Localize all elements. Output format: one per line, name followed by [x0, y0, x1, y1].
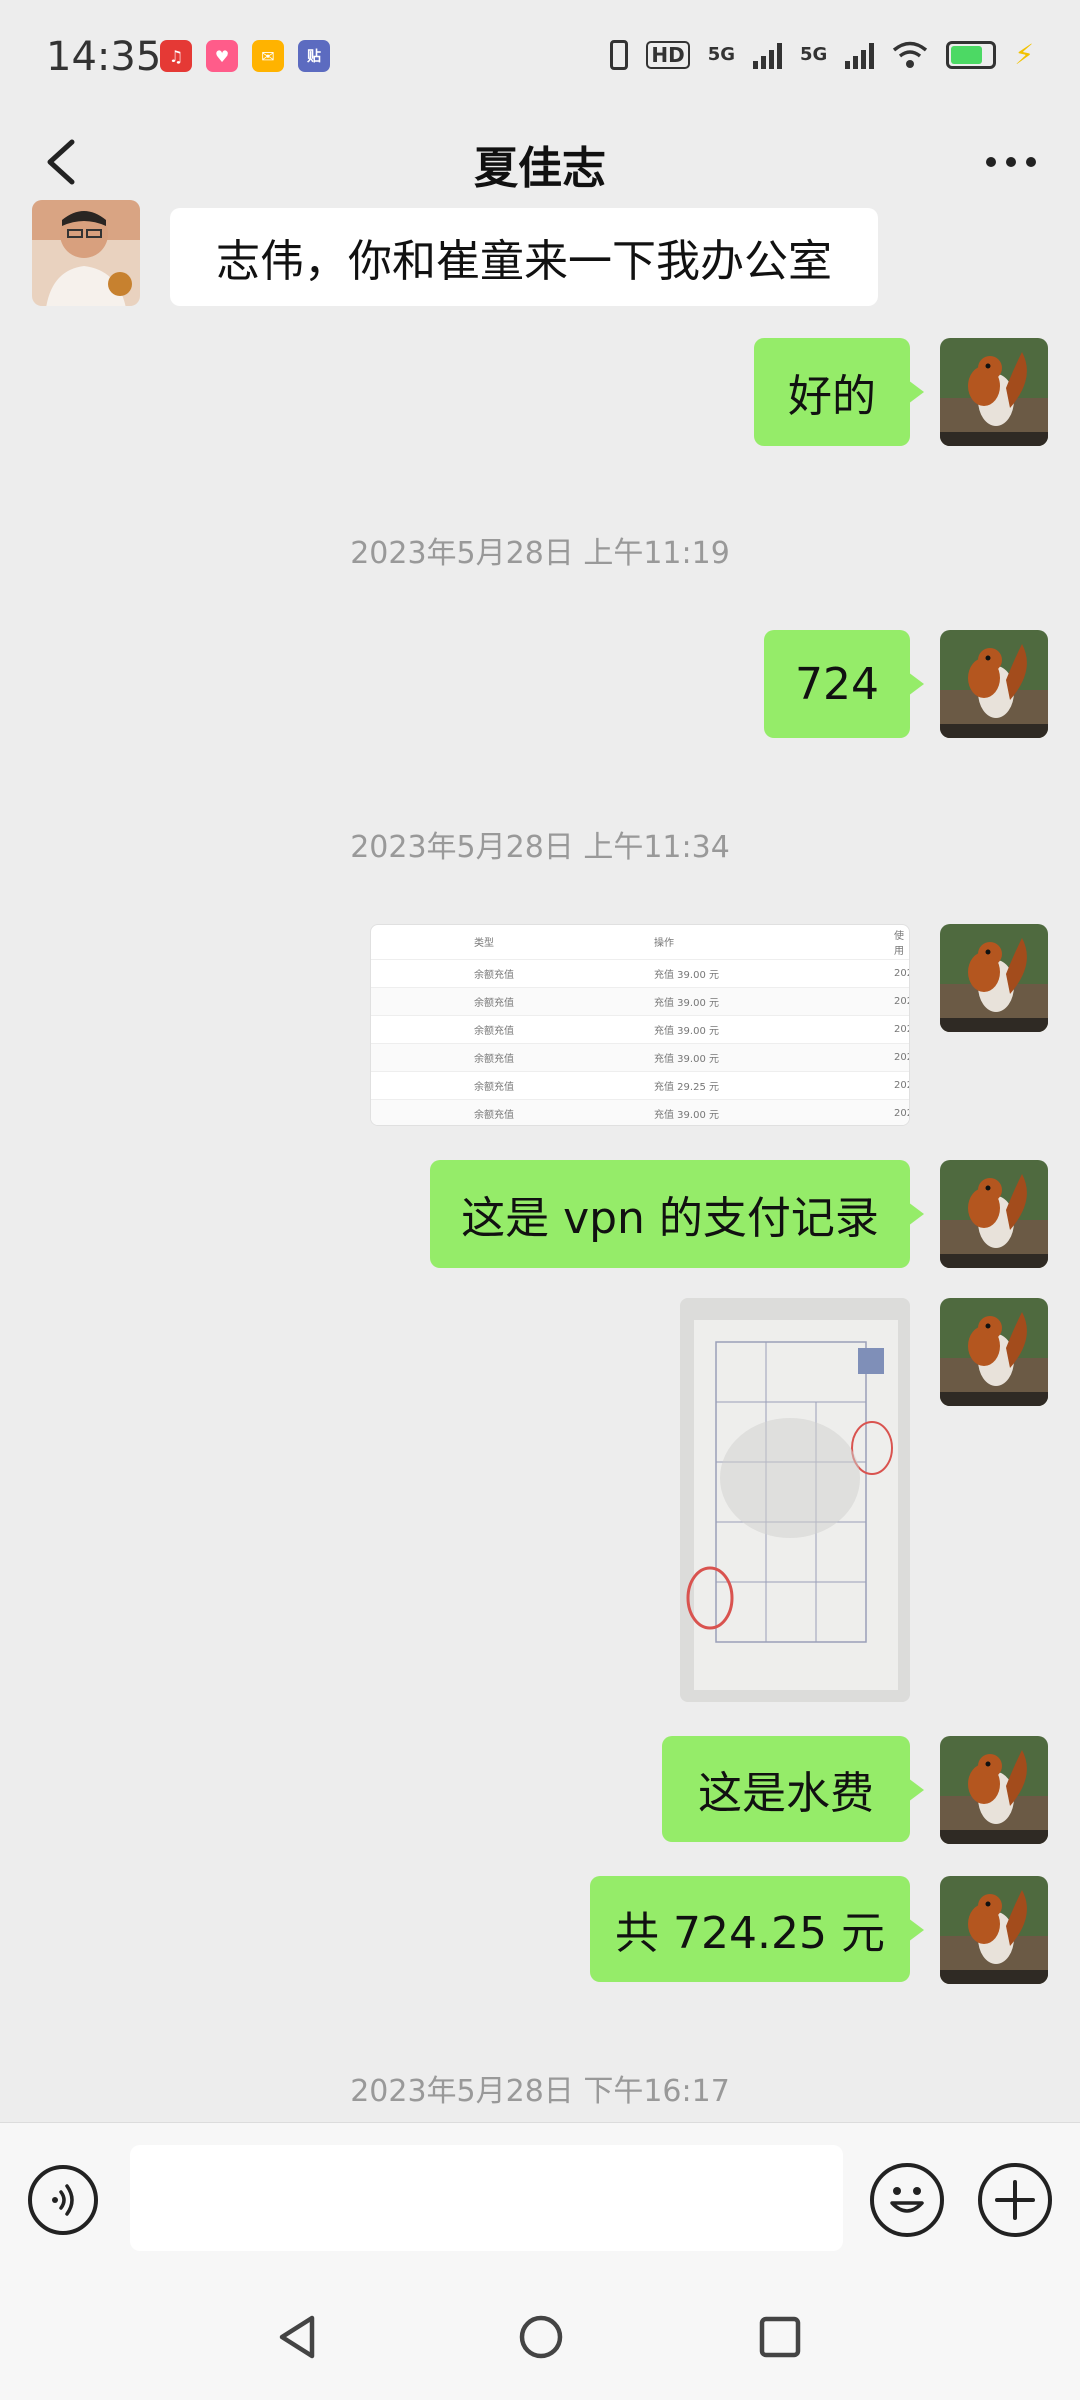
receipt-image[interactable] [680, 1298, 910, 1702]
status-indicators: HD 5G 5G ⚡ [610, 38, 1034, 71]
table-cell: 2023 [894, 1023, 909, 1035]
emoji-button[interactable] [870, 2163, 944, 2237]
table-cell: 余额充值 [474, 1053, 514, 1065]
squirrel-photo-icon [940, 1876, 1048, 1984]
mail-icon: ✉ [252, 40, 284, 72]
chat-header: 夏佳志 [0, 108, 1080, 218]
squirrel-photo-icon [940, 924, 1048, 1032]
table-row: 余额充值 充值 29.25 元 2023 [371, 1071, 909, 1099]
phone-status-icon [610, 39, 629, 70]
table-cell: 余额充值 [474, 969, 514, 981]
timestamp: 2023年5月28日 上午11:19 [350, 536, 730, 571]
input-bar [0, 2122, 1080, 2273]
table-row: 余额充值 充值 39.00 元 2023 [371, 1099, 909, 1125]
user-avatar[interactable] [940, 1298, 1048, 1406]
table-cell: 充值 39.00 元 [654, 969, 719, 981]
signal-1-icon [753, 41, 783, 69]
dot-icon [1006, 157, 1016, 167]
squirrel-photo-icon [940, 630, 1048, 738]
user-avatar[interactable] [940, 1160, 1048, 1268]
table-cell: 充值 29.25 元 [654, 1081, 719, 1093]
user-avatar[interactable] [940, 338, 1048, 446]
battery-icon [946, 40, 997, 69]
nav-home-button[interactable] [516, 2312, 566, 2362]
sim1-label: 5G [707, 44, 736, 65]
table-cell: 余额充值 [474, 1025, 514, 1037]
table-cell: 充值 39.00 元 [654, 1053, 719, 1065]
payment-record-image[interactable]: 类型 操作 使用 余额充值充值 39.00 元2023 余额充值充值 39.00… [370, 924, 910, 1126]
user-avatar[interactable] [940, 630, 1048, 738]
more-functions-button[interactable] [978, 2163, 1052, 2237]
sim2-label: 5G [800, 44, 828, 65]
squirrel-photo-icon [940, 1298, 1048, 1406]
table-cell: 2023 [894, 1107, 909, 1119]
message-bubble-outgoing[interactable]: 好的 [754, 338, 924, 446]
notification-icons: ♫ ♥ ✉ 贴 [160, 40, 330, 72]
table-header: 类型 [474, 938, 494, 950]
voice-input-button[interactable] [28, 2165, 98, 2235]
table-cell: 余额充值 [474, 1109, 514, 1121]
table-header: 使用 [894, 930, 904, 957]
table-cell: 2023 [894, 1079, 909, 1091]
system-navigation-bar [0, 2272, 1080, 2400]
chat-title: 夏佳志 [474, 143, 606, 194]
user-avatar[interactable] [940, 924, 1048, 1032]
nav-recents-button[interactable] [756, 2312, 804, 2362]
timestamp: 2023年5月28日 下午16:17 [350, 2074, 730, 2109]
table-row: 余额充值 充值 39.00 元 2023 [371, 1043, 909, 1071]
timestamp: 2023年5月28日 上午11:34 [350, 830, 730, 865]
table-header: 操作 [654, 938, 674, 950]
table-cell: 充值 39.00 元 [654, 997, 719, 1009]
voice-icon [52, 2184, 74, 2216]
table-cell: 充值 39.00 元 [654, 1109, 719, 1121]
smiley-icon [890, 2187, 924, 2213]
payment-table: 类型 操作 使用 余额充值充值 39.00 元2023 余额充值充值 39.00… [371, 925, 909, 1125]
nav-back-button[interactable] [274, 2312, 322, 2362]
sticker-app-icon: 贴 [298, 40, 330, 72]
table-cell: 充值 39.00 元 [654, 1025, 719, 1037]
table-cell: 余额充值 [474, 1081, 514, 1093]
wifi-icon [893, 41, 928, 68]
message-bubble-outgoing[interactable]: 这是水费 [662, 1736, 924, 1842]
table-row: 余额充值 充值 39.00 元 2023 [371, 1015, 909, 1043]
squirrel-photo-icon [940, 1736, 1048, 1844]
contact-avatar[interactable] [32, 200, 140, 306]
dot-icon [1026, 157, 1036, 167]
message-bubble-outgoing[interactable]: 共 724.25 元 [590, 1876, 924, 1982]
person-photo-icon [32, 200, 140, 306]
plus-icon [995, 2180, 1035, 2220]
netease-music-icon: ♫ [160, 40, 192, 72]
message-input[interactable] [130, 2145, 843, 2251]
signal-2-icon [845, 41, 875, 69]
table-row: 余额充值 充值 39.00 元 2023 [371, 987, 909, 1015]
message-bubble-incoming[interactable]: 志伟，你和崔童来一下我办公室 [170, 208, 878, 306]
table-row: 余额充值 充值 39.00 元 2023 [371, 959, 909, 987]
squirrel-photo-icon [940, 338, 1048, 446]
table-cell: 余额充值 [474, 997, 514, 1009]
hd-icon: HD [646, 40, 690, 69]
receipt-photo-icon [680, 1298, 910, 1702]
status-bar: 14:35 ♫ ♥ ✉ 贴 HD 5G 5G ⚡ [0, 0, 1080, 108]
app-pink-icon: ♥ [206, 40, 238, 72]
dot-icon [986, 157, 996, 167]
message-bubble-outgoing[interactable]: 这是 vpn 的支付记录 [430, 1160, 924, 1268]
table-cell: 2023 [894, 995, 909, 1007]
user-avatar[interactable] [940, 1876, 1048, 1984]
message-bubble-outgoing[interactable]: 724 [764, 630, 924, 738]
status-time: 14:35 [46, 34, 162, 80]
charging-icon: ⚡ [1014, 38, 1034, 71]
user-avatar[interactable] [940, 1736, 1048, 1844]
more-options-button[interactable] [976, 134, 1046, 190]
squirrel-photo-icon [940, 1160, 1048, 1268]
table-cell: 2023 [894, 1051, 909, 1063]
table-cell: 2023 [894, 967, 909, 979]
